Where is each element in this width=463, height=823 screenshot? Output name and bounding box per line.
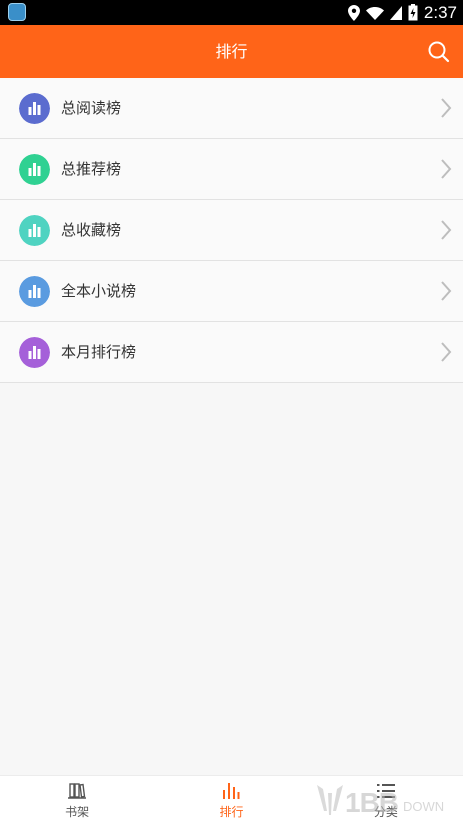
app-header: 排行 xyxy=(0,25,463,78)
ranking-icon xyxy=(223,783,240,799)
nav-tab-bookshelf[interactable]: 书架 xyxy=(0,776,154,823)
signal-icon xyxy=(389,5,402,20)
ranking-item-total-favorites[interactable]: 总收藏榜 xyxy=(0,200,463,261)
chevron-right-icon xyxy=(441,342,452,362)
ranking-item-label: 总收藏榜 xyxy=(61,221,122,239)
watermark-text: 1BB xyxy=(345,787,399,818)
bookshelf-icon xyxy=(68,783,87,799)
ranking-item-label: 全本小说榜 xyxy=(61,282,137,300)
ranking-item-label: 本月排行榜 xyxy=(61,343,137,361)
status-bar: 2:37 xyxy=(0,0,463,25)
bar-chart-icon xyxy=(19,276,50,307)
status-indicators: 2:37 xyxy=(347,0,457,25)
search-icon[interactable] xyxy=(425,38,453,66)
chevron-right-icon xyxy=(441,159,452,179)
battery-icon xyxy=(408,4,418,21)
ranking-item-total-reads[interactable]: 总阅读榜 xyxy=(0,78,463,139)
nav-tab-label: 排行 xyxy=(219,805,244,819)
location-icon xyxy=(347,4,360,21)
wifi-icon xyxy=(365,6,384,20)
bar-chart-icon xyxy=(19,154,50,185)
bar-chart-icon xyxy=(19,337,50,368)
ranking-item-label: 总推荐榜 xyxy=(61,160,122,178)
status-time: 2:37 xyxy=(423,2,457,22)
ranking-list: 总阅读榜 总推荐榜 总收藏榜 全本小说榜 本月排行榜 xyxy=(0,78,463,383)
page-title: 排行 xyxy=(215,42,248,61)
ranking-item-label: 总阅读榜 xyxy=(61,99,122,117)
nav-tab-label: 书架 xyxy=(65,805,90,819)
ranking-item-monthly[interactable]: 本月排行榜 xyxy=(0,322,463,383)
chevron-right-icon xyxy=(441,220,452,240)
chevron-right-icon xyxy=(441,98,452,118)
watermark-logo: 1BB DOWN xyxy=(313,775,463,823)
bar-chart-icon xyxy=(19,215,50,246)
chevron-right-icon xyxy=(441,281,452,301)
watermark-subtext: DOWN xyxy=(403,799,445,814)
nav-tab-ranking[interactable]: 排行 xyxy=(154,776,308,823)
ranking-item-total-recommend[interactable]: 总推荐榜 xyxy=(0,139,463,200)
app-notification-icon xyxy=(8,3,26,21)
bar-chart-icon xyxy=(19,93,50,124)
ranking-item-completed-novels[interactable]: 全本小说榜 xyxy=(0,261,463,322)
watermark-emblem-icon xyxy=(317,785,343,815)
